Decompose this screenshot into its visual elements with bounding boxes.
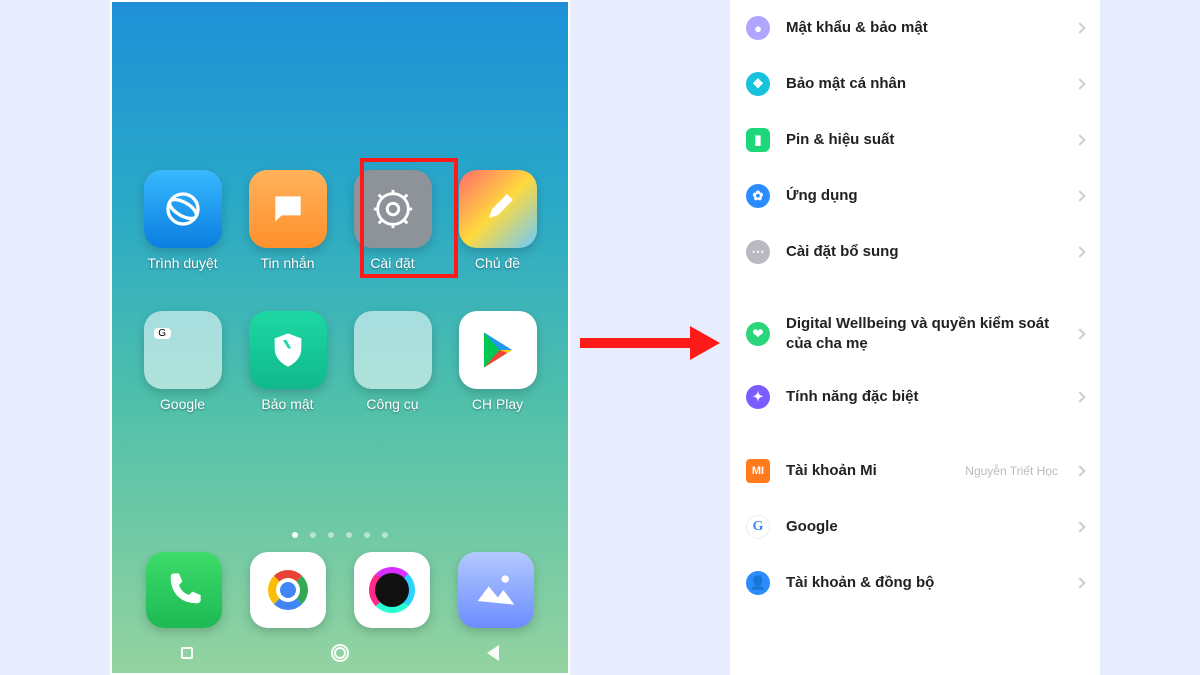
chevron-right-icon (1074, 22, 1085, 33)
message-icon (249, 170, 327, 248)
group-divider (730, 280, 1100, 298)
settings-item-special[interactable]: ✦ Tính năng đặc biệt (730, 369, 1100, 425)
settings-item-mi-account[interactable]: MI Tài khoản Mi Nguyễn Triết Học (730, 443, 1100, 499)
app-label: Cài đặt (370, 255, 414, 271)
app-messages[interactable]: Tin nhắn (235, 170, 340, 271)
settings-list: ● Mật khẩu & bảo mật ❖ Bảo mật cá nhân ▮… (730, 0, 1100, 611)
special-icon: ✦ (746, 385, 770, 409)
dock-phone[interactable] (146, 552, 222, 628)
app-settings[interactable]: Cài đặt (340, 170, 445, 271)
chevron-right-icon (1074, 577, 1085, 588)
chevron-right-icon (1074, 521, 1085, 532)
dock-gallery[interactable] (458, 552, 534, 628)
settings-label: Tài khoản & đồng bộ (786, 573, 1060, 593)
home-screen: Trình duyệt Tin nhắn Cài đặt Chủ đề G (110, 0, 570, 675)
settings-item-password[interactable]: ● Mật khẩu & bảo mật (730, 0, 1100, 56)
settings-label: Cài đặt bổ sung (786, 242, 1060, 262)
settings-item-privacy[interactable]: ❖ Bảo mật cá nhân (730, 56, 1100, 112)
chevron-right-icon (1074, 465, 1085, 476)
dock-chrome[interactable] (250, 552, 326, 628)
app-label: Bảo mật (261, 396, 313, 412)
folder-icon (354, 311, 432, 389)
page-indicator (112, 532, 568, 538)
battery-icon: ▮ (746, 128, 770, 152)
google-icon: G (746, 515, 770, 539)
camera-icon (369, 567, 415, 613)
settings-item-account-sync[interactable]: 👤 Tài khoản & đồng bộ (730, 555, 1100, 611)
settings-item-additional[interactable]: ⋯ Cài đặt bổ sung (730, 224, 1100, 280)
chevron-right-icon (1074, 190, 1085, 201)
settings-label: Google (786, 517, 1060, 537)
lock-icon: ● (746, 16, 770, 40)
settings-label: Ứng dụng (786, 186, 1060, 206)
app-grid: Trình duyệt Tin nhắn Cài đặt Chủ đề G (112, 170, 568, 412)
apps-icon: ✿ (746, 184, 770, 208)
app-play-store[interactable]: CH Play (445, 311, 550, 412)
app-label: Công cụ (366, 396, 418, 412)
app-label: Tin nhắn (261, 255, 315, 271)
settings-item-battery[interactable]: ▮ Pin & hiệu suất (730, 112, 1100, 168)
gear-icon (354, 170, 432, 248)
chevron-right-icon (1074, 246, 1085, 257)
instruction-arrow (580, 334, 720, 352)
app-label: Chủ đề (475, 255, 520, 271)
account-icon: 👤 (746, 571, 770, 595)
mi-icon: MI (746, 459, 770, 483)
settings-label: Bảo mật cá nhân (786, 74, 1060, 94)
nav-home[interactable] (331, 644, 349, 662)
dock (112, 552, 568, 628)
settings-label: Digital Wellbeing và quyền kiểm soát của… (786, 314, 1060, 353)
settings-label: Pin & hiệu suất (786, 130, 1060, 150)
play-store-icon (459, 311, 537, 389)
browser-icon (144, 170, 222, 248)
app-google-folder[interactable]: G Google (130, 311, 235, 412)
folder-icon: G (144, 311, 222, 389)
chevron-right-icon (1074, 134, 1085, 145)
chevron-right-icon (1074, 391, 1085, 402)
brush-icon (459, 170, 537, 248)
settings-detail: Nguyễn Triết Học (965, 464, 1058, 478)
app-label: Trình duyệt (147, 255, 217, 271)
dock-camera[interactable] (354, 552, 430, 628)
app-label: Google (160, 396, 205, 412)
chevron-right-icon (1074, 328, 1085, 339)
nav-back[interactable] (487, 645, 499, 661)
chevron-right-icon (1074, 78, 1085, 89)
settings-label: Tài khoản Mi (786, 461, 949, 481)
settings-item-apps[interactable]: ✿ Ứng dụng (730, 168, 1100, 224)
privacy-icon: ❖ (746, 72, 770, 96)
app-security[interactable]: Bảo mật (235, 311, 340, 412)
more-icon: ⋯ (746, 240, 770, 264)
app-tools-folder[interactable]: Công cụ (340, 311, 445, 412)
settings-label: Mật khẩu & bảo mật (786, 18, 1060, 38)
settings-item-wellbeing[interactable]: ❤ Digital Wellbeing và quyền kiểm soát c… (730, 298, 1100, 369)
nav-recent[interactable] (181, 647, 193, 659)
chrome-icon (268, 570, 308, 610)
settings-item-google[interactable]: G Google (730, 499, 1100, 555)
settings-screen: ● Mật khẩu & bảo mật ❖ Bảo mật cá nhân ▮… (730, 0, 1100, 675)
app-themes[interactable]: Chủ đề (445, 170, 550, 271)
app-browser[interactable]: Trình duyệt (130, 170, 235, 271)
settings-label: Tính năng đặc biệt (786, 387, 1060, 407)
wellbeing-icon: ❤ (746, 322, 770, 346)
nav-bar (112, 633, 568, 673)
group-divider (730, 425, 1100, 443)
shield-icon (249, 311, 327, 389)
app-label: CH Play (472, 396, 523, 412)
